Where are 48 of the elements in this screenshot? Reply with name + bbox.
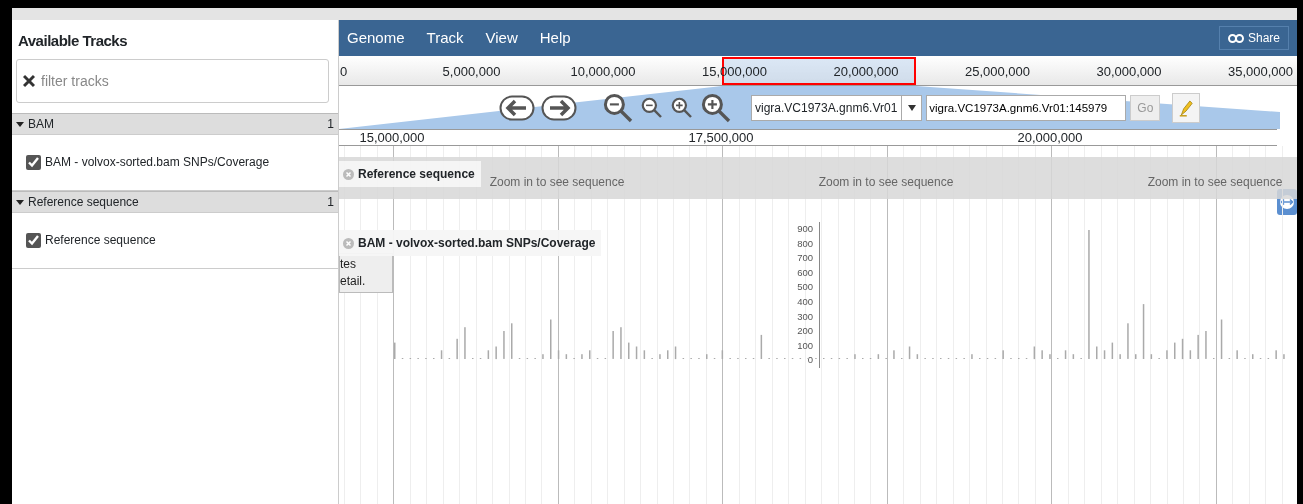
axis-label: 700 [784,251,820,266]
caret-icon[interactable] [16,197,24,206]
location-field[interactable]: vigra.VC1973A.gnm6.Vr01:145979 [926,94,1127,121]
axis-label: 800 [784,236,820,252]
axis-label: 500 [784,280,820,295]
pan-left-button[interactable] [499,94,535,121]
clear-icon[interactable] [23,73,35,88]
axis-label: 200 [784,324,820,339]
menu-item[interactable]: Track [426,26,464,50]
track-checkbox[interactable] [26,232,41,248]
axis-label: 900 [784,222,820,237]
axis-label: 100 [784,338,820,354]
panel-title: Available Tracks [17,31,129,51]
track-label[interactable]: BAM - volvox-sorted.bam SNPs/Coverage [45,153,270,171]
track-message: Zoom in to see sequence [489,174,625,191]
pan-right-button[interactable] [541,94,577,121]
axis-label: 300 [784,309,820,325]
axis-label: 600 [784,265,820,281]
ruler-label: 20,000,000 [1017,130,1083,145]
zoom-in-button[interactable] [699,92,733,123]
reference-select[interactable]: vigra.VC1973A.gnm6.Vr01 [751,94,923,121]
track-count: 1 [327,193,334,211]
track-count: 1 [327,115,334,133]
ruler-label: 15,000,000 [359,130,425,145]
track-message: Zoom in to see sequence [818,174,954,191]
track-message: Zoom in to see sequence [1147,174,1283,191]
tooltip-text: tes [340,256,357,273]
share-button[interactable]: Share [1218,26,1289,50]
tooltip-text: etail. [340,273,367,290]
zoom-out-button[interactable] [601,92,635,123]
menu-item[interactable]: View [485,26,518,50]
track-label[interactable]: Reference sequence [339,161,481,187]
filter-field[interactable]: filter tracks [16,58,329,103]
axis-label: 400 [784,294,820,310]
detail-ruler[interactable]: 15,000,000 17,500,000 20,000,000 [339,129,1277,146]
menu-item[interactable]: Genome [347,26,405,50]
link-icon [1227,33,1244,43]
caret-icon[interactable] [907,104,916,111]
category-header[interactable]: Reference sequence 1 [12,190,338,213]
ruler-label: 17,500,000 [688,130,754,145]
category-header[interactable]: BAM 1 [12,112,338,135]
track-label[interactable]: BAM - volvox-sorted.bam SNPs/Coverage [339,230,602,256]
caret-icon[interactable] [16,119,24,128]
track-checkbox[interactable] [26,154,41,170]
menu-item[interactable]: Help [539,26,571,50]
track-label[interactable]: Reference sequence [45,231,156,249]
category-name: Reference sequence [28,193,139,211]
category-name: BAM [28,115,54,133]
